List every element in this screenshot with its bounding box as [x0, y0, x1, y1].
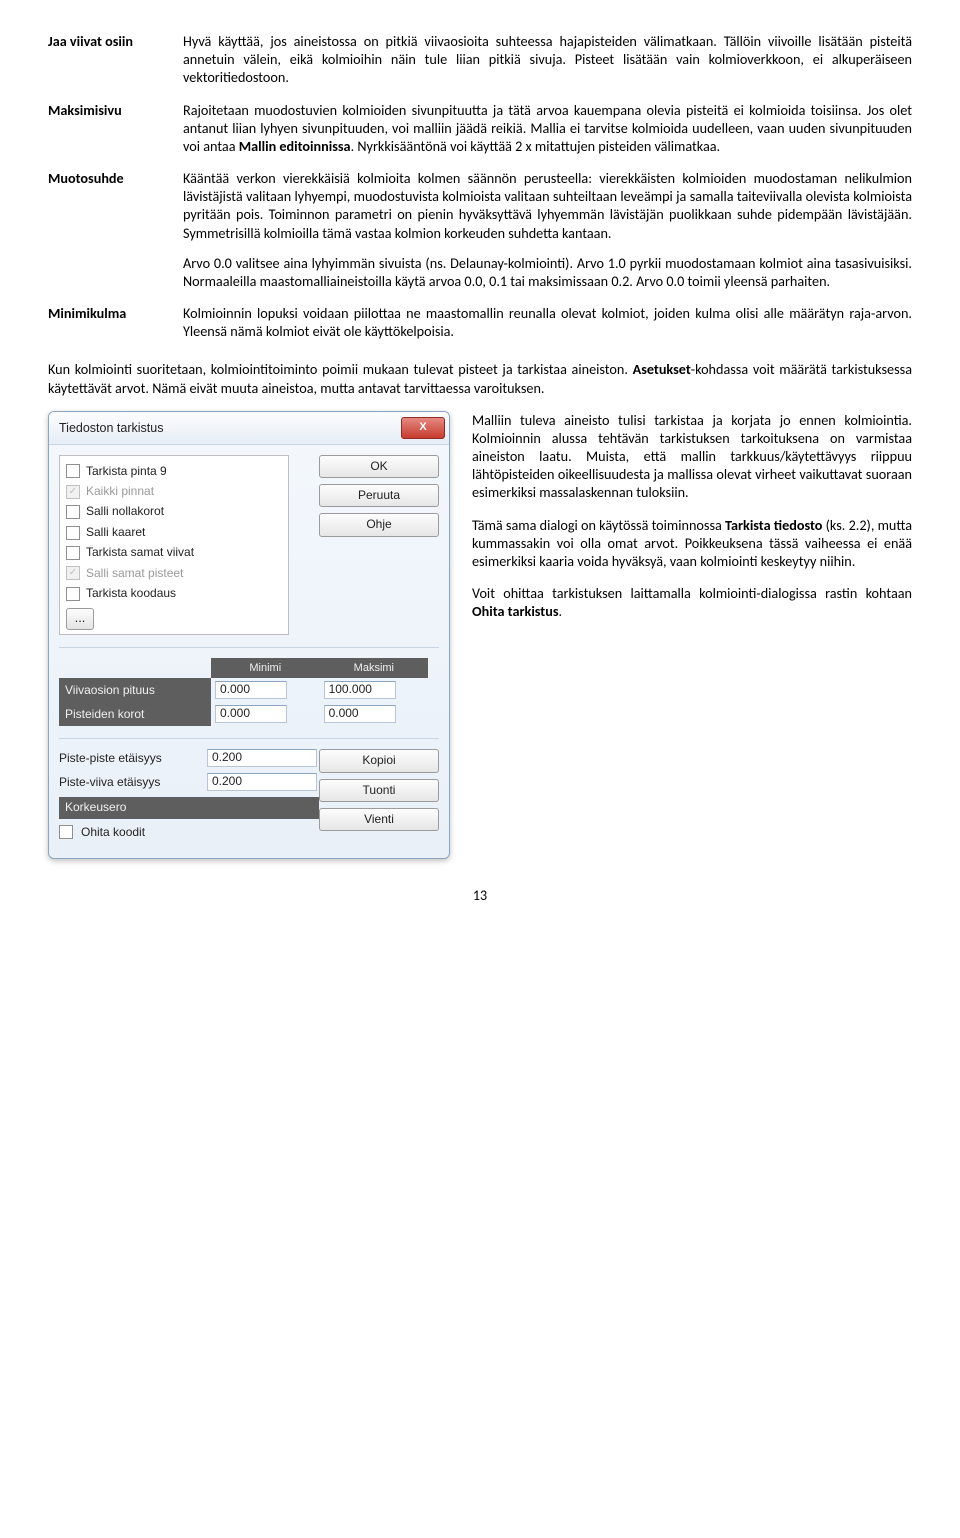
- input-viivaosio-min[interactable]: 0.000: [215, 681, 287, 699]
- browse-button[interactable]: ...: [66, 608, 94, 630]
- para-after-defs-bold: Asetukset: [633, 360, 691, 378]
- checkbox-salli-nollakorot[interactable]: [66, 505, 80, 519]
- ok-button[interactable]: OK: [319, 455, 439, 478]
- input-viivaosio-max[interactable]: 100.000: [324, 681, 396, 699]
- body-muotosuhde: Kääntää verkon vierekkäisiä kolmioita ko…: [183, 169, 912, 304]
- dialog-button-column: OK Peruuta Ohje: [319, 455, 439, 636]
- dialog-tiedoston-tarkistus: Tiedoston tarkistus X Tarkista pinta 9 ✓…: [48, 411, 450, 859]
- label-ohita-koodit: Ohita koodit: [81, 825, 145, 840]
- input-pisteidenkorot-min[interactable]: 0.000: [215, 705, 287, 723]
- page-number: 13: [48, 887, 912, 905]
- side-p3a: Voit ohittaa tarkistuksen laittamalla ko…: [472, 584, 912, 602]
- input-piste-viiva[interactable]: 0.200: [207, 773, 317, 791]
- body-jaa-viivat: Hyvä käyttää, jos aineistossa on pitkiä …: [183, 32, 912, 101]
- checkbox-panel: Tarkista pinta 9 ✓ Kaikki pinnat Salli no…: [59, 455, 289, 636]
- label-salli-nollakorot: Salli nollakorot: [86, 504, 164, 519]
- checkbox-salli-kaaret[interactable]: [66, 526, 80, 540]
- side-p2: Tämä sama dialogi on käytössä toiminnoss…: [472, 516, 912, 571]
- checkbox-tarkista-koodaus[interactable]: [66, 587, 80, 601]
- cancel-button[interactable]: Peruuta: [319, 484, 439, 507]
- dialog-titlebar: Tiedoston tarkistus X: [49, 412, 449, 445]
- label-salli-samat-pisteet: Salli samat pisteet: [86, 566, 183, 581]
- checkbox-ohita-koodit[interactable]: [59, 825, 73, 839]
- export-button[interactable]: Vienti: [319, 808, 439, 831]
- close-button[interactable]: X: [401, 417, 445, 439]
- head-maksimi: Maksimi: [320, 658, 429, 678]
- label-korkeusero: Korkeusero: [59, 797, 319, 818]
- label-piste-viiva: Piste-viiva etäisyys: [59, 775, 199, 790]
- side-p3b: .: [559, 602, 563, 620]
- body-muotosuhde-p1: Kääntää verkon vierekkäisiä kolmioita ko…: [183, 169, 912, 242]
- label-viivaosion-pituus: Viivaosion pituus: [59, 678, 211, 702]
- term-minimikulma: Minimikulma: [48, 304, 183, 354]
- body-minimikulma: Kolmioinnin lopuksi voidaan piilottaa ne…: [183, 304, 912, 354]
- dialog-lower-buttons: Kopioi Tuonti Vienti: [319, 749, 439, 831]
- input-piste-piste[interactable]: 0.200: [207, 749, 317, 767]
- term-jaa-viivat: Jaa viivat osiin: [48, 32, 183, 101]
- term-maksimisivu: Maksimisivu: [48, 101, 183, 170]
- body-maksimisivu-p: Rajoitetaan muodostuvien kolmioiden sivu…: [183, 101, 912, 156]
- checkbox-salli-samat-pisteet: ✓: [66, 566, 80, 580]
- divider: [59, 647, 439, 648]
- copy-button[interactable]: Kopioi: [319, 749, 439, 772]
- metrics-block: Piste-piste etäisyys 0.200 Piste-viiva e…: [59, 749, 319, 846]
- label-tarkista-koodaus: Tarkista koodaus: [86, 586, 176, 601]
- label-salli-kaaret: Salli kaaret: [86, 525, 145, 540]
- close-icon: X: [419, 422, 426, 433]
- label-piste-piste: Piste-piste etäisyys: [59, 751, 199, 766]
- para-after-defs-a: Kun kolmiointi suoritetaan, kolmiointito…: [48, 360, 633, 378]
- min-max-table: Minimi Maksimi Viivaosion pituus 0.000 1…: [59, 658, 439, 726]
- dialog-title: Tiedoston tarkistus: [59, 420, 163, 436]
- import-button[interactable]: Tuonti: [319, 779, 439, 802]
- checkbox-tarkista-pinta9[interactable]: [66, 464, 80, 478]
- label-tarkista-samat-viivat: Tarkista samat viivat: [86, 545, 194, 560]
- body-jaa-viivat-p: Hyvä käyttää, jos aineistossa on pitkiä …: [183, 32, 912, 87]
- body-maksimisivu: Rajoitetaan muodostuvien kolmioiden sivu…: [183, 101, 912, 170]
- paragraph-after-defs: Kun kolmiointi suoritetaan, kolmiointito…: [48, 360, 912, 396]
- side-text-column: Malliin tuleva aineisto tulisi tarkistaa…: [472, 411, 912, 635]
- divider-2: [59, 738, 439, 739]
- label-pisteiden-korot: Pisteiden korot: [59, 702, 211, 726]
- input-pisteidenkorot-max[interactable]: 0.000: [324, 705, 396, 723]
- side-p3-bold: Ohita tarkistus: [472, 602, 559, 620]
- definitions-table: Jaa viivat osiin Hyvä käyttää, jos ainei…: [48, 32, 912, 354]
- checkbox-tarkista-samat-viivat[interactable]: [66, 546, 80, 560]
- body-minimikulma-p: Kolmioinnin lopuksi voidaan piilottaa ne…: [183, 304, 912, 340]
- side-p3: Voit ohittaa tarkistuksen laittamalla ko…: [472, 584, 912, 620]
- help-button[interactable]: Ohje: [319, 513, 439, 536]
- body-muotosuhde-p2: Arvo 0.0 valitsee aina lyhyimmän sivuist…: [183, 254, 912, 290]
- label-tarkista-pinta9: Tarkista pinta 9: [86, 464, 167, 479]
- side-p2a: Tämä sama dialogi on käytössä toiminnoss…: [472, 516, 725, 534]
- checkbox-kaikki-pinnat: ✓: [66, 485, 80, 499]
- label-kaikki-pinnat: Kaikki pinnat: [86, 484, 154, 499]
- head-minimi: Minimi: [211, 658, 320, 678]
- side-p1: Malliin tuleva aineisto tulisi tarkistaa…: [472, 411, 912, 502]
- term-muotosuhde: Muotosuhde: [48, 169, 183, 304]
- side-p2-bold: Tarkista tiedosto: [725, 516, 822, 534]
